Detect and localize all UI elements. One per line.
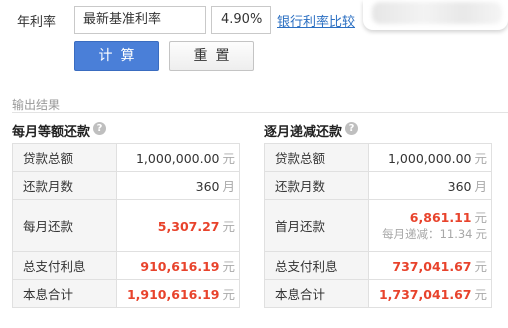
row-label: 总支付利息 <box>12 251 117 280</box>
table-row: 贷款总额 1,000,000.00 元 <box>12 143 240 172</box>
row-value: 737,041.67 <box>392 259 472 274</box>
rate-label: 年利率 <box>17 15 57 30</box>
decreasing-payment-title: 逐月递减还款 <box>264 125 343 140</box>
unit: 元 <box>474 287 487 302</box>
row-value: 5,307.27 <box>157 219 220 234</box>
equal-payment-table: 贷款总额 1,000,000.00 元 还款月数 360 月 每月还款 5,307.… <box>12 143 240 308</box>
unit: 月 <box>222 179 235 194</box>
rate-value-input[interactable]: 4.90% <box>211 6 271 34</box>
calculate-button[interactable]: 计算 <box>74 41 159 71</box>
unit: 元 <box>474 259 487 274</box>
row-label: 贷款总额 <box>264 143 369 172</box>
table-row: 还款月数 360 月 <box>264 171 492 200</box>
table-row: 总支付利息 737,041.67 元 <box>264 251 492 280</box>
reset-button[interactable]: 重置 <box>169 41 254 71</box>
row-value: 6,861.11 <box>409 209 472 225</box>
row-value: 1,737,041.67 <box>378 287 472 302</box>
row-value: 1,000,000.00 <box>387 151 472 166</box>
row-label: 首月还款 <box>264 199 369 252</box>
unit: 元 <box>222 259 235 274</box>
row-value: 360 <box>447 179 472 194</box>
monthly-decrease-value: 11.34 <box>439 226 473 241</box>
row-label: 本息合计 <box>264 279 369 308</box>
unit: 元 <box>474 151 487 166</box>
table-row: 每月还款 5,307.27 元 <box>12 199 240 252</box>
unit: 元 <box>222 219 235 234</box>
table-row: 本息合计 1,910,616.19 元 <box>12 279 240 308</box>
rate-type-select[interactable]: 最新基准利率 <box>74 6 206 34</box>
decreasing-payment-table: 贷款总额 1,000,000.00 元 还款月数 360 月 首月还款 6,861.… <box>264 143 492 308</box>
row-label: 总支付利息 <box>264 251 369 280</box>
table-row: 总支付利息 910,616.19 元 <box>12 251 240 280</box>
unit: 元 <box>474 209 487 225</box>
table-row: 本息合计 1,737,041.67 元 <box>264 279 492 308</box>
table-row: 首月还款 6,861.11 元 每月递减：11.34 元 <box>264 199 492 252</box>
divider <box>12 112 508 113</box>
unit: 元 <box>222 287 235 302</box>
row-value: 1,000,000.00 <box>135 151 220 166</box>
row-label: 贷款总额 <box>12 143 117 172</box>
table-row: 贷款总额 1,000,000.00 元 <box>264 143 492 172</box>
row-value: 1,910,616.19 <box>126 287 220 302</box>
row-label: 本息合计 <box>12 279 117 308</box>
equal-payment-title: 每月等额还款 <box>12 125 91 140</box>
help-icon[interactable]: ? <box>345 122 358 135</box>
row-label: 还款月数 <box>12 171 117 200</box>
row-label: 还款月数 <box>264 171 369 200</box>
blurred-content <box>372 2 502 24</box>
monthly-decrease-label: 每月递减： <box>382 226 440 241</box>
output-label: 输出结果 <box>12 98 61 112</box>
unit: 月 <box>474 179 487 194</box>
table-row: 还款月数 360 月 <box>12 171 240 200</box>
help-icon[interactable]: ? <box>93 122 106 135</box>
row-value: 910,616.19 <box>140 259 220 274</box>
unit: 元 <box>222 151 235 166</box>
unit: 元 <box>475 226 488 241</box>
bank-rate-compare-link[interactable]: 银行利率比较 <box>277 11 355 30</box>
row-value: 360 <box>195 179 220 194</box>
row-label: 每月还款 <box>12 199 117 252</box>
